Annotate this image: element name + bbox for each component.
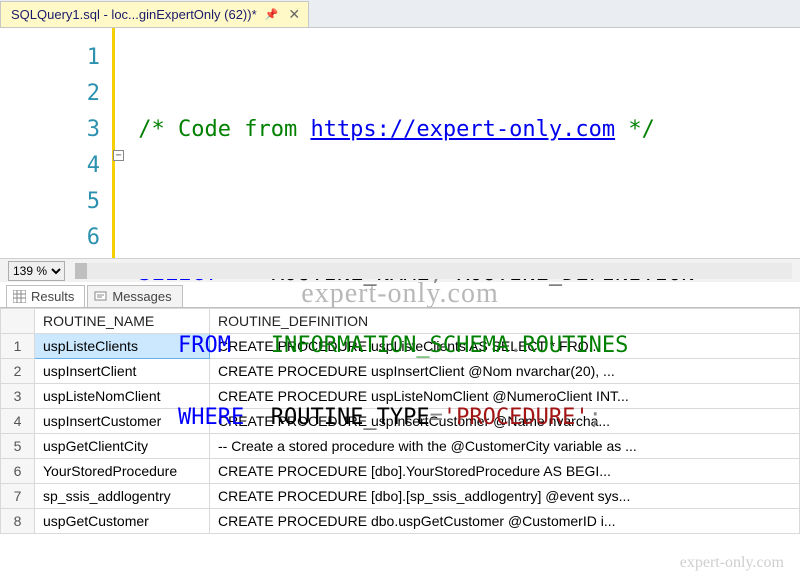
row-number[interactable]: 2 <box>1 359 35 384</box>
row-number[interactable]: 7 <box>1 484 35 509</box>
pin-icon[interactable]: 📌 <box>265 8 279 21</box>
results-tab-bar: expert-only.com Results Messages <box>0 282 800 308</box>
corner-cell[interactable] <box>1 309 35 334</box>
tab-messages[interactable]: Messages <box>87 285 182 307</box>
scrollbar-thumb[interactable] <box>75 263 87 279</box>
comment-link[interactable]: https://expert-only.com <box>310 117 615 142</box>
sql-editor[interactable]: 1 2 3 4 5 6 − /* Code from https://exper… <box>0 28 800 258</box>
tab-results-label: Results <box>31 289 74 304</box>
watermark-text: expert-only.com <box>301 278 498 310</box>
row-number[interactable]: 1 <box>1 334 35 359</box>
kw-from: FROM <box>178 333 231 358</box>
messages-icon <box>94 290 107 303</box>
row-number[interactable]: 6 <box>1 459 35 484</box>
row-number[interactable]: 5 <box>1 434 35 459</box>
tab-title: SQLQuery1.sql - loc...ginExpertOnly (62)… <box>11 7 257 22</box>
horizontal-scrollbar[interactable] <box>75 263 792 279</box>
tab-results[interactable]: Results <box>6 285 85 307</box>
fold-icon[interactable]: − <box>113 150 124 161</box>
watermark-footer: expert-only.com <box>680 554 784 572</box>
close-icon[interactable]: ✕ <box>286 6 302 23</box>
zoom-bar: 139 % <box>0 258 800 282</box>
zoom-select[interactable]: 139 % <box>8 261 65 281</box>
row-number[interactable]: 8 <box>1 509 35 534</box>
kw-where: WHERE <box>178 405 244 430</box>
comment-text: /* Code from <box>138 117 310 142</box>
grid-icon <box>13 290 26 303</box>
row-number[interactable]: 3 <box>1 384 35 409</box>
code-area[interactable]: − /* Code from https://expert-only.com *… <box>115 28 800 258</box>
tab-bar: SQLQuery1.sql - loc...ginExpertOnly (62)… <box>0 0 800 28</box>
row-number[interactable]: 4 <box>1 409 35 434</box>
tab-messages-label: Messages <box>112 289 171 304</box>
editor-tab[interactable]: SQLQuery1.sql - loc...ginExpertOnly (62)… <box>0 1 309 27</box>
line-gutter: 1 2 3 4 5 6 <box>0 28 115 258</box>
